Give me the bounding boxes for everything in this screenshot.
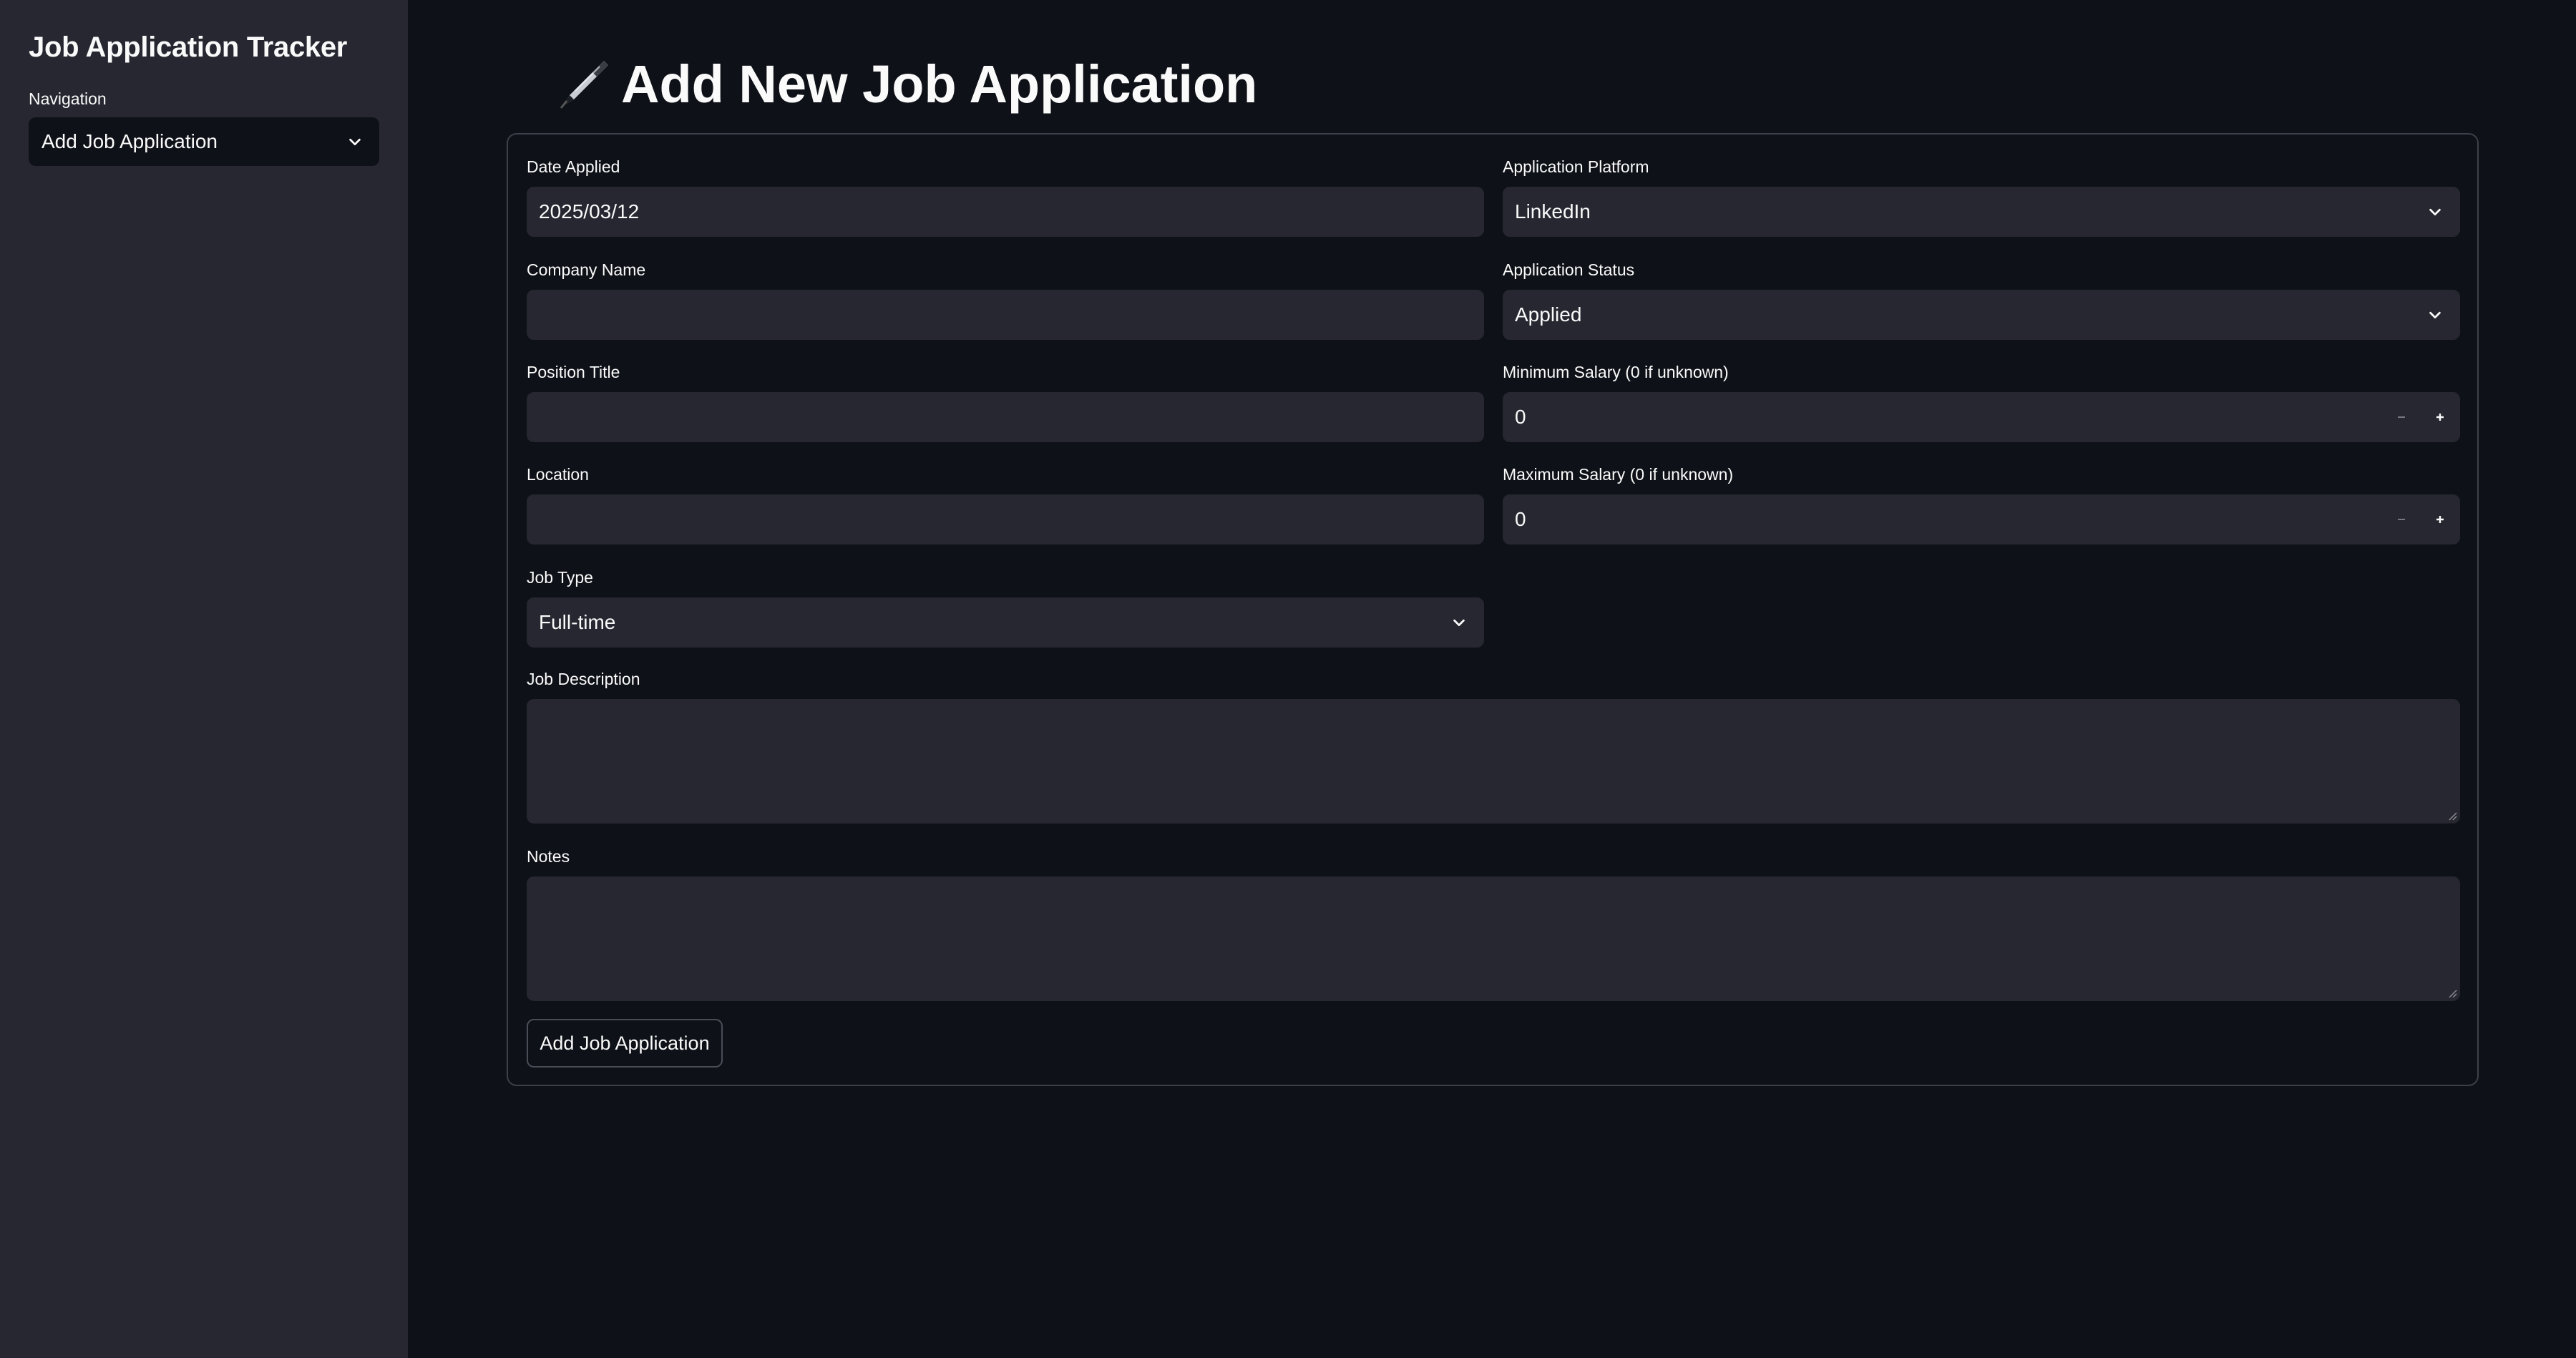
date-applied-input[interactable]: 2025/03/12 <box>527 187 1484 237</box>
company-name-input[interactable] <box>527 290 1484 340</box>
application-platform-select[interactable]: LinkedIn <box>1503 187 2460 237</box>
decrement-button[interactable] <box>2382 495 2421 544</box>
increment-button[interactable] <box>2421 495 2459 544</box>
resize-handle-icon[interactable] <box>2446 809 2457 821</box>
application-status-field: Application Status Applied <box>1503 260 2460 340</box>
job-description-label: Job Description <box>527 670 640 688</box>
maximum-salary-stepper <box>2382 495 2459 544</box>
add-job-application-button[interactable]: Add Job Application <box>527 1019 723 1068</box>
page-title-text: Add New Job Application <box>621 54 1258 114</box>
maximum-salary-input[interactable]: 0 <box>1503 494 2460 544</box>
chevron-down-icon <box>2426 203 2444 220</box>
date-applied-field: Date Applied 2025/03/12 <box>527 157 1484 237</box>
job-type-label: Job Type <box>527 568 593 587</box>
position-title-field: Position Title <box>527 363 1484 442</box>
maximum-salary-value: 0 <box>1515 508 1526 530</box>
location-field: Location <box>527 465 1484 544</box>
chevron-down-icon <box>1450 614 1468 631</box>
minimum-salary-value: 0 <box>1515 406 1526 428</box>
increment-button[interactable] <box>2421 393 2459 441</box>
notes-textarea[interactable] <box>527 876 2460 1001</box>
date-applied-label: Date Applied <box>527 157 620 176</box>
job-type-field: Job Type Full-time <box>527 568 1484 648</box>
application-status-label: Application Status <box>1503 260 1635 279</box>
application-platform-value: LinkedIn <box>1515 200 1591 223</box>
navigation-selected-value: Add Job Application <box>42 130 218 152</box>
notes-label: Notes <box>527 847 570 866</box>
location-input[interactable] <box>527 494 1484 544</box>
job-description-field: Job Description <box>527 670 2460 824</box>
sidebar-title: Job Application Tracker <box>29 31 348 63</box>
minimum-salary-stepper <box>2382 393 2459 441</box>
fountain-pen-icon <box>554 55 611 112</box>
page-title: Add New Job Application <box>554 52 2576 116</box>
position-title-input[interactable] <box>527 392 1484 442</box>
position-title-label: Position Title <box>527 363 620 381</box>
decrement-button[interactable] <box>2382 393 2421 441</box>
maximum-salary-field: Maximum Salary (0 if unknown) 0 <box>1503 465 2460 544</box>
date-applied-value: 2025/03/12 <box>539 200 640 223</box>
minimum-salary-field: Minimum Salary (0 if unknown) 0 <box>1503 363 2460 442</box>
notes-field: Notes <box>527 847 2460 1001</box>
company-name-label: Company Name <box>527 260 646 279</box>
minimum-salary-input[interactable]: 0 <box>1503 392 2460 442</box>
sidebar: Job Application Tracker Navigation Add J… <box>0 0 408 1358</box>
company-name-field: Company Name <box>527 260 1484 340</box>
chevron-down-icon <box>2426 306 2444 323</box>
application-platform-field: Application Platform LinkedIn <box>1503 157 2460 237</box>
maximum-salary-label: Maximum Salary (0 if unknown) <box>1503 465 1734 484</box>
resize-handle-icon[interactable] <box>2446 987 2457 998</box>
navigation-select[interactable]: Add Job Application <box>29 117 379 166</box>
application-platform-label: Application Platform <box>1503 157 1649 176</box>
application-status-select[interactable]: Applied <box>1503 290 2460 340</box>
application-status-value: Applied <box>1515 303 1582 326</box>
chevron-down-icon <box>346 133 364 150</box>
location-label: Location <box>527 465 589 484</box>
job-application-form: Date Applied 2025/03/12 Company Name Pos… <box>507 133 2479 1086</box>
job-type-value: Full-time <box>539 611 616 633</box>
navigation-label: Navigation <box>29 89 107 108</box>
minimum-salary-label: Minimum Salary (0 if unknown) <box>1503 363 1729 381</box>
job-description-textarea[interactable] <box>527 699 2460 824</box>
job-type-select[interactable]: Full-time <box>527 597 1484 648</box>
